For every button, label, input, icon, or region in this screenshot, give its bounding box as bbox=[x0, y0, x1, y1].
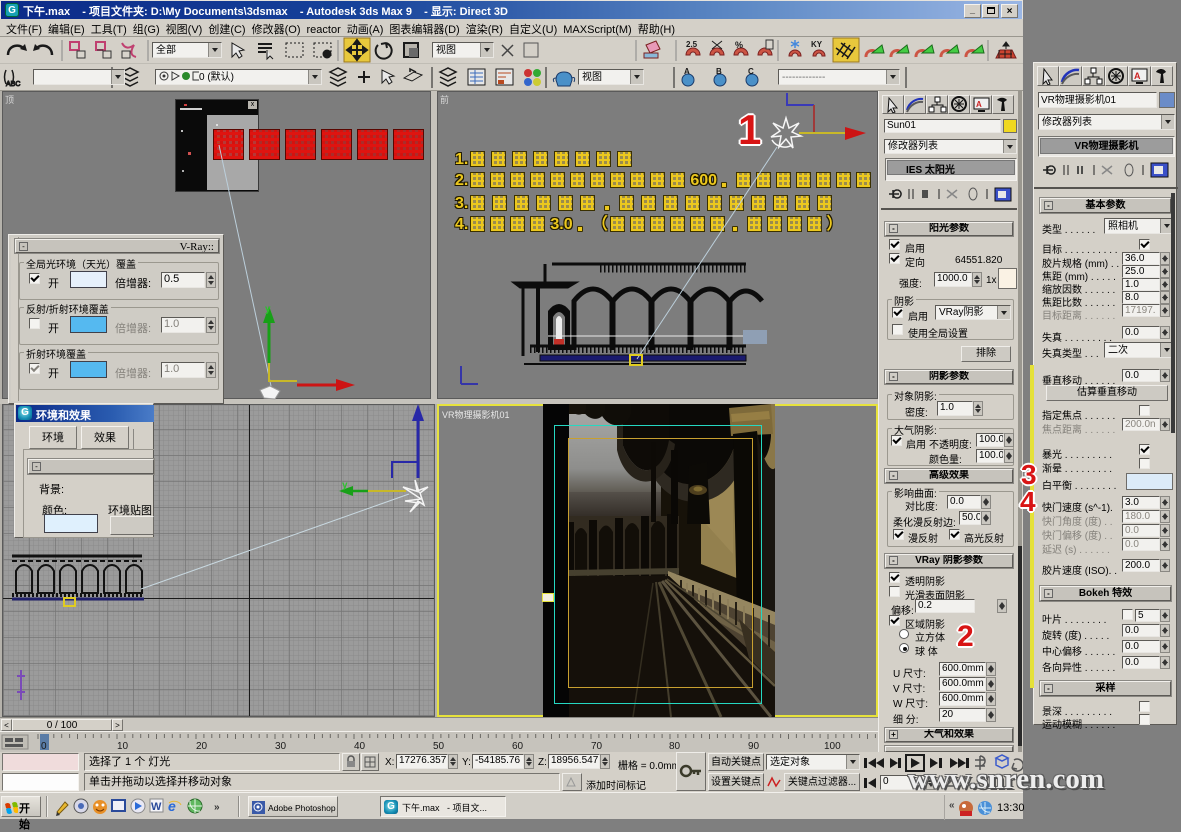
svg-text:A: A bbox=[684, 67, 690, 76]
svg-text:70: 70 bbox=[591, 741, 603, 752]
svg-text:10: 10 bbox=[117, 741, 129, 752]
svg-text:e: e bbox=[168, 798, 176, 814]
svg-text:B: B bbox=[716, 67, 722, 76]
svg-text:0: 0 bbox=[41, 741, 47, 752]
svg-text:100: 100 bbox=[824, 741, 841, 752]
svg-text:40: 40 bbox=[354, 741, 366, 752]
svg-text:C: C bbox=[748, 67, 754, 76]
svg-text:50: 50 bbox=[433, 741, 445, 752]
svg-text:20: 20 bbox=[196, 741, 208, 752]
svg-text:60: 60 bbox=[512, 741, 524, 752]
svg-text:»: » bbox=[214, 802, 220, 813]
svg-text:%: % bbox=[735, 40, 743, 50]
svg-text:A: A bbox=[1134, 71, 1141, 81]
svg-text:ABC: ABC bbox=[6, 81, 20, 88]
svg-text:A: A bbox=[976, 100, 982, 109]
svg-text:90: 90 bbox=[748, 741, 760, 752]
svg-text:KY: KY bbox=[811, 40, 823, 49]
svg-text:80: 80 bbox=[669, 741, 681, 752]
svg-text:2.5: 2.5 bbox=[686, 40, 698, 49]
svg-text:30: 30 bbox=[275, 741, 287, 752]
svg-text:W: W bbox=[151, 801, 162, 813]
